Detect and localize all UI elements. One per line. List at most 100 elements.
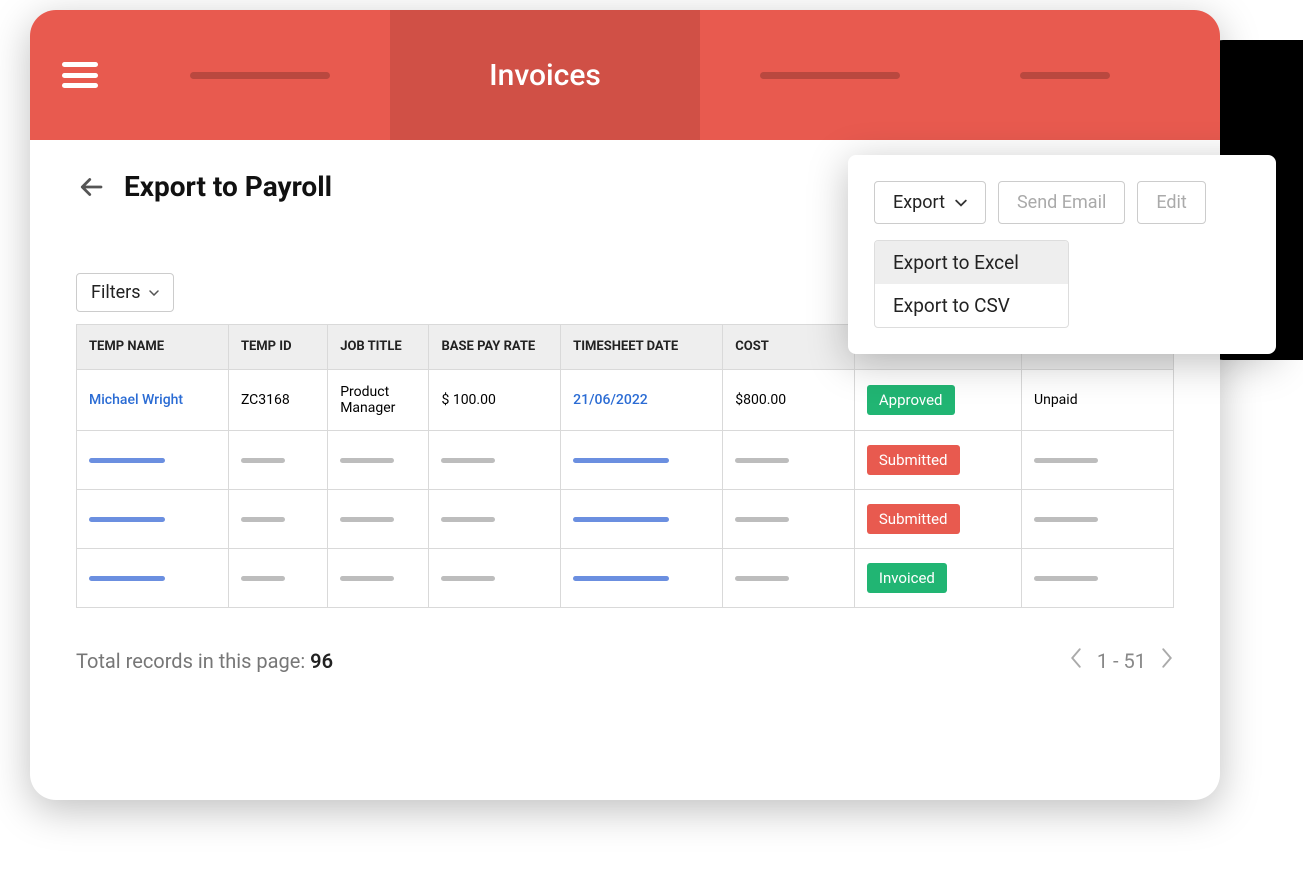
status-badge: Submitted	[867, 504, 960, 534]
pager-next[interactable]	[1160, 648, 1174, 673]
table-row: Submitted	[77, 431, 1174, 490]
page-title: Export to Payroll	[124, 170, 332, 203]
placeholder-line	[340, 517, 393, 522]
col-base-pay-rate[interactable]: BASE PAY RATE	[429, 325, 561, 370]
cell-temp-id: ZC3168	[228, 370, 327, 431]
cell-temp-name[interactable]: Michael Wright	[77, 370, 229, 431]
export-dropdown: Export to Excel Export to CSV	[874, 240, 1069, 328]
cell-timesheet-status: Submitted	[854, 490, 1021, 549]
placeholder-line	[573, 576, 669, 581]
placeholder-line	[241, 517, 286, 522]
chevron-down-icon	[149, 290, 159, 296]
cell-temp-name[interactable]	[77, 549, 229, 608]
placeholder-line	[735, 517, 788, 522]
export-button[interactable]: Export	[874, 181, 986, 224]
placeholder-line	[1034, 517, 1097, 522]
cell-base-pay-rate	[429, 431, 561, 490]
edit-label: Edit	[1156, 192, 1186, 213]
hamburger-icon	[62, 62, 98, 88]
tab-placeholder-1[interactable]	[130, 10, 390, 140]
cell-timesheet-date[interactable]	[561, 549, 723, 608]
action-panel: Export Send Email Edit Export to Excel E…	[848, 155, 1276, 354]
chevron-left-icon	[1069, 648, 1083, 668]
back-button[interactable]	[76, 172, 106, 202]
table-footer: Total records in this page: 96 1 - 51	[76, 648, 1174, 673]
arrow-left-icon	[76, 172, 106, 202]
status-badge: Submitted	[867, 445, 960, 475]
total-records: Total records in this page: 96	[76, 649, 333, 673]
col-temp-name[interactable]: TEMP NAME	[77, 325, 229, 370]
cell-timesheet-date[interactable]	[561, 490, 723, 549]
send-email-label: Send Email	[1017, 192, 1106, 213]
cell-temp-name[interactable]	[77, 431, 229, 490]
table-row: Submitted	[77, 490, 1174, 549]
cell-job-title	[328, 490, 429, 549]
cell-timesheet-date[interactable]: 21/06/2022	[561, 370, 723, 431]
cell-base-pay-rate	[429, 549, 561, 608]
placeholder-line	[89, 517, 165, 522]
menu-button[interactable]	[30, 62, 130, 88]
col-temp-id[interactable]: TEMP ID	[228, 325, 327, 370]
pager-range: 1 - 51	[1097, 649, 1146, 673]
cell-base-pay-rate: $ 100.00	[429, 370, 561, 431]
tab-placeholder-2[interactable]	[700, 10, 960, 140]
payroll-table: TEMP NAME TEMP ID JOB TITLE BASE PAY RAT…	[76, 324, 1174, 608]
cell-cost: $800.00	[723, 370, 855, 431]
cell-temp-id	[228, 490, 327, 549]
export-label: Export	[893, 192, 945, 213]
placeholder-line	[573, 458, 669, 463]
cell-cost	[723, 490, 855, 549]
cell-job-title: Product Manager	[328, 370, 429, 431]
cell-paid-status	[1022, 549, 1174, 608]
tab-invoices[interactable]: Invoices	[390, 10, 700, 140]
cell-timesheet-status: Submitted	[854, 431, 1021, 490]
cell-paid-status: Unpaid	[1022, 370, 1174, 431]
placeholder-line	[441, 576, 494, 581]
export-to-excel[interactable]: Export to Excel	[875, 241, 1068, 284]
cell-cost	[723, 549, 855, 608]
cell-base-pay-rate	[429, 490, 561, 549]
export-to-csv[interactable]: Export to CSV	[875, 284, 1068, 327]
placeholder-line	[441, 517, 494, 522]
cell-temp-id	[228, 431, 327, 490]
filters-button[interactable]: Filters	[76, 273, 174, 312]
cell-timesheet-status: Approved	[854, 370, 1021, 431]
send-email-button[interactable]: Send Email	[998, 181, 1125, 224]
tab-label: Invoices	[489, 58, 601, 93]
cell-paid-status	[1022, 431, 1174, 490]
chevron-right-icon	[1160, 648, 1174, 668]
cell-timesheet-date[interactable]	[561, 431, 723, 490]
placeholder-line	[340, 576, 393, 581]
cell-temp-name[interactable]	[77, 490, 229, 549]
status-badge: Invoiced	[867, 563, 947, 593]
placeholder-line	[1034, 458, 1097, 463]
cell-temp-id	[228, 549, 327, 608]
pager-prev[interactable]	[1069, 648, 1083, 673]
placeholder-line	[735, 576, 788, 581]
app-header: Invoices	[30, 10, 1220, 140]
cell-paid-status	[1022, 490, 1174, 549]
cell-job-title	[328, 549, 429, 608]
cell-cost	[723, 431, 855, 490]
placeholder-line	[340, 458, 393, 463]
cell-timesheet-status: Invoiced	[854, 549, 1021, 608]
placeholder-line	[1034, 576, 1097, 581]
total-records-count: 96	[310, 649, 333, 673]
total-records-label: Total records in this page:	[76, 649, 310, 673]
placeholder-line	[89, 576, 165, 581]
header-tabs: Invoices	[130, 10, 1220, 140]
placeholder-line	[735, 458, 788, 463]
col-cost[interactable]: COST	[723, 325, 855, 370]
col-job-title[interactable]: JOB TITLE	[328, 325, 429, 370]
placeholder-line	[441, 458, 494, 463]
edit-button[interactable]: Edit	[1137, 181, 1205, 224]
filters-label: Filters	[91, 282, 141, 303]
app-window: Invoices Export to Payroll Filters	[30, 10, 1220, 800]
placeholder-line	[573, 517, 669, 522]
placeholder-line	[241, 576, 286, 581]
col-timesheet-date[interactable]: TIMESHEET DATE	[561, 325, 723, 370]
status-badge: Approved	[867, 385, 955, 415]
placeholder-line	[241, 458, 286, 463]
placeholder-line	[89, 458, 165, 463]
tab-placeholder-3[interactable]	[960, 10, 1170, 140]
